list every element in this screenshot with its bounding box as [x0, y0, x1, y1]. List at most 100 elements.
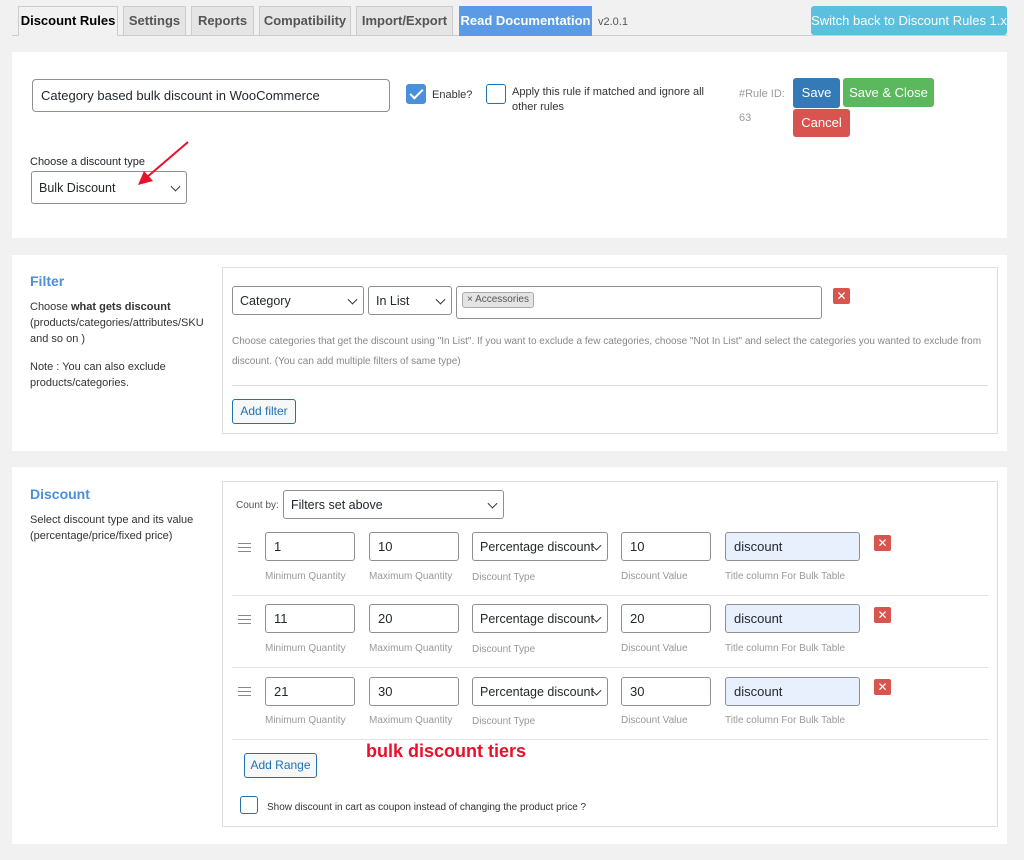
- tab-compatibility[interactable]: Compatibility: [259, 6, 351, 36]
- bulk-tiers-annotation: bulk discount tiers: [366, 741, 527, 761]
- drag-handle-icon[interactable]: [238, 615, 251, 624]
- count-by-select[interactable]: Filters set above: [283, 490, 504, 519]
- filter-desc-prefix: Choose: [30, 301, 71, 313]
- add-filter-button[interactable]: Add filter: [232, 399, 296, 424]
- drag-handle-icon[interactable]: [238, 687, 251, 696]
- close-icon: ✕: [836, 289, 847, 303]
- max-quantity-value: 20: [378, 611, 393, 626]
- rule-id-label: #Rule ID:: [739, 88, 785, 100]
- max-quantity-value: 10: [378, 539, 393, 554]
- discount-type-row-value: Percentage discount: [480, 611, 594, 626]
- max-quantity-input[interactable]: 30: [369, 677, 459, 706]
- discount-type-row-label: Discount Type: [472, 716, 536, 727]
- filter-desc-rest: (products/categories/attributes/SKU and …: [30, 317, 204, 345]
- close-icon: ✕: [877, 608, 888, 622]
- min-quantity-label: Minimum Quantity: [265, 715, 346, 726]
- filter-divider: [232, 385, 988, 386]
- max-quantity-input[interactable]: 10: [369, 532, 459, 561]
- filter-type-select[interactable]: Category: [232, 286, 364, 315]
- discount-value-label: Discount Value: [621, 643, 688, 654]
- selected-category-tag[interactable]: × Accessories: [462, 292, 534, 308]
- discount-value-label: Discount Value: [621, 715, 688, 726]
- count-by-label: Count by:: [236, 500, 279, 511]
- add-range-button[interactable]: Add Range: [244, 753, 317, 778]
- rule-title-value: Category based bulk discount in WooComme…: [41, 88, 320, 103]
- max-quantity-input[interactable]: 20: [369, 604, 459, 633]
- drag-handle-icon[interactable]: [238, 543, 251, 552]
- min-quantity-value: 21: [274, 684, 289, 699]
- chevron-down-icon: [347, 294, 358, 305]
- version-label: v2.0.1: [598, 16, 628, 28]
- tab-import-export[interactable]: Import/Export: [356, 6, 453, 36]
- switch-version-button[interactable]: Switch back to Discount Rules 1.x: [811, 6, 1007, 35]
- discount-value: 30: [630, 684, 645, 699]
- range-divider: [232, 595, 988, 596]
- rule-title-input[interactable]: Category based bulk discount in WooComme…: [32, 79, 390, 112]
- tab-discount-rules[interactable]: Discount Rules: [18, 6, 118, 36]
- cancel-button[interactable]: Cancel: [793, 109, 850, 137]
- discount-type-row-value: Percentage discount: [480, 539, 594, 554]
- tab-settings[interactable]: Settings: [123, 6, 186, 36]
- tab-reports[interactable]: Reports: [191, 6, 254, 36]
- bulk-title-label: Title column For Bulk Table: [725, 643, 846, 654]
- filter-operator-select[interactable]: In List: [368, 286, 452, 315]
- filter-hint: Choose categories that get the discount …: [232, 336, 982, 367]
- discount-value-input[interactable]: 30: [621, 677, 711, 706]
- min-quantity-value: 1: [274, 539, 282, 554]
- discount-description: Select discount type and its value (perc…: [30, 514, 194, 542]
- discount-section-title: Discount: [30, 486, 90, 502]
- coupon-label: Show discount in cart as coupon instead …: [267, 802, 587, 813]
- min-quantity-input[interactable]: 21: [265, 677, 355, 706]
- max-quantity-label: Maximum Quantity: [369, 715, 453, 726]
- min-quantity-input[interactable]: 11: [265, 604, 355, 633]
- bulk-title-input[interactable]: discount: [725, 677, 860, 706]
- min-quantity-label: Minimum Quantity: [265, 571, 346, 582]
- save-close-button[interactable]: Save & Close: [843, 78, 934, 107]
- bulk-title-value: discount: [734, 539, 783, 554]
- min-quantity-label: Minimum Quantity: [265, 643, 346, 654]
- coupon-checkbox[interactable]: [240, 796, 258, 814]
- remove-range-button[interactable]: ✕: [874, 607, 891, 623]
- chevron-down-icon: [435, 294, 446, 305]
- filter-operator-value: In List: [376, 293, 410, 308]
- discount-type-select-row[interactable]: Percentage discount: [472, 604, 608, 633]
- discount-value-input[interactable]: 10: [621, 532, 711, 561]
- max-quantity-label: Maximum Quantity: [369, 571, 453, 582]
- remove-range-button[interactable]: ✕: [874, 535, 891, 551]
- discount-type-select-row[interactable]: Percentage discount: [472, 677, 608, 706]
- bulk-title-label: Title column For Bulk Table: [725, 571, 846, 582]
- filter-desc-bold: what gets discount: [70, 301, 171, 313]
- chevron-down-icon: [487, 498, 498, 509]
- range-divider: [232, 667, 988, 668]
- discount-type-select-row[interactable]: Percentage discount: [472, 532, 608, 561]
- count-by-value: Filters set above: [291, 497, 383, 512]
- discount-value: 10: [630, 539, 645, 554]
- close-icon: ✕: [877, 680, 888, 694]
- discount-type-row-label: Discount Type: [472, 644, 536, 655]
- discount-type-value: Bulk Discount: [39, 180, 116, 195]
- close-icon: ✕: [877, 536, 888, 550]
- read-documentation-button[interactable]: Read Documentation: [459, 6, 592, 36]
- bulk-title-input[interactable]: discount: [725, 532, 860, 561]
- save-button[interactable]: Save: [793, 78, 840, 108]
- filter-description: Choose what gets discount (products/cate…: [30, 299, 210, 347]
- max-quantity-value: 30: [378, 684, 393, 699]
- bulk-title-label: Title column For Bulk Table: [725, 715, 846, 726]
- filter-type-value: Category: [240, 293, 291, 308]
- filter-note: Note : You can also exclude products/cat…: [30, 361, 166, 389]
- discount-type-row-label: Discount Type: [472, 572, 536, 583]
- discount-value-input[interactable]: 20: [621, 604, 711, 633]
- discount-value-label: Discount Value: [621, 571, 688, 582]
- rule-id-value: 63: [739, 112, 752, 124]
- min-quantity-input[interactable]: 1: [265, 532, 355, 561]
- discount-type-row-value: Percentage discount: [480, 684, 594, 699]
- remove-range-button[interactable]: ✕: [874, 679, 891, 695]
- exclusive-rule-label: Apply this rule if matched and ignore al…: [512, 86, 704, 113]
- enable-label: Enable?: [432, 89, 473, 101]
- enable-checkbox[interactable]: [406, 84, 426, 104]
- exclusive-rule-checkbox[interactable]: [486, 84, 506, 104]
- discount-value: 20: [630, 611, 645, 626]
- remove-filter-button[interactable]: ✕: [833, 288, 850, 304]
- filter-section-title: Filter: [30, 273, 65, 289]
- bulk-title-input[interactable]: discount: [725, 604, 860, 633]
